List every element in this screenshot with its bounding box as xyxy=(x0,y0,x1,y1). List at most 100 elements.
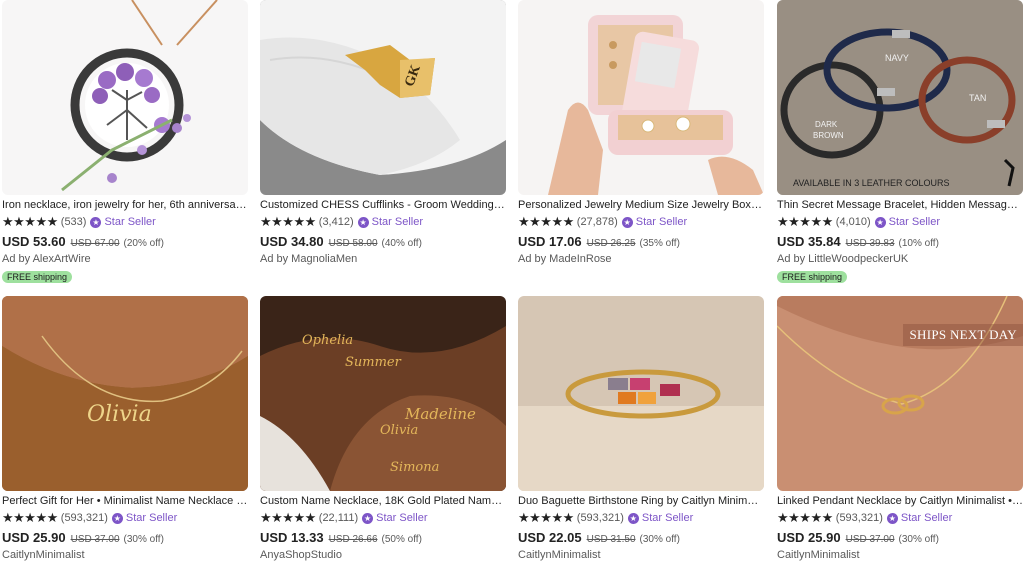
star-seller-label: Star Seller xyxy=(888,216,940,228)
star-icon: ★★★★★ xyxy=(2,510,58,525)
listing-card[interactable]: SHIPS NEXT DAY Linked Pendant Necklace b… xyxy=(777,296,1023,563)
discount-label: (20% off) xyxy=(123,238,164,249)
listing-card[interactable]: NAVY TAN DARK BROWN AVAILABLE IN 3 LEATH… xyxy=(777,0,1023,285)
star-seller-badge-icon: ★ xyxy=(362,512,374,524)
star-icon: ★★★★★ xyxy=(2,214,58,229)
rating-row: ★★★★★ (22,111) ★ Star Seller xyxy=(260,510,506,526)
shop-name[interactable]: Ad by LittleWoodpeckerUK xyxy=(777,253,1023,267)
listing-image[interactable]: GK xyxy=(260,0,506,195)
image-label: Olivia xyxy=(87,402,152,427)
price-row: USD 53.60 USD 67.00 (20% off) xyxy=(2,234,248,250)
star-rating: ★★★★★ xyxy=(2,511,58,525)
star-icon: ★★★★★ xyxy=(518,214,574,229)
star-seller-badge-icon: ★ xyxy=(111,512,123,524)
listing-grid: Iron necklace, iron jewelry for her, 6th… xyxy=(0,0,1024,561)
price-row: USD 13.33 USD 26.66 (50% off) xyxy=(260,530,506,546)
original-price: USD 58.00 xyxy=(328,238,378,249)
shop-name[interactable]: AnyaShopStudio xyxy=(260,549,506,563)
discount-label: (30% off) xyxy=(639,534,680,545)
listing-image[interactable] xyxy=(518,296,764,491)
star-seller-label: Star Seller xyxy=(900,512,953,524)
discount-label: (30% off) xyxy=(898,534,939,545)
rating-row: ★★★★★ (4,010) ★ Star Seller xyxy=(777,214,1023,230)
shop-name[interactable]: CaitlynMinimalist xyxy=(777,549,1023,563)
star-seller-badge-icon: ★ xyxy=(357,216,369,228)
star-seller-label: Star Seller xyxy=(104,216,156,228)
star-seller-label: Star Seller xyxy=(371,216,423,228)
review-count: (22,111) xyxy=(318,512,359,524)
image-label: TAN xyxy=(969,93,986,103)
image-label: Simona xyxy=(390,460,439,475)
listing-card[interactable]: Personalized Jewelry Medium Size Jewelry… xyxy=(518,0,764,267)
listing-image[interactable] xyxy=(518,0,764,195)
listing-image[interactable]: SHIPS NEXT DAY xyxy=(777,296,1023,491)
star-seller-label: Star Seller xyxy=(125,512,178,524)
listing-card[interactable]: Duo Baguette Birthstone Ring by Caitlyn … xyxy=(518,296,764,563)
listing-title[interactable]: Linked Pendant Necklace by Caitlyn Minim… xyxy=(777,494,1023,508)
shop-name[interactable]: CaitlynMinimalist xyxy=(2,549,248,563)
star-seller-label: Star Seller xyxy=(641,512,694,524)
discount-label: (50% off) xyxy=(381,534,422,545)
rating-row: ★★★★★ (593,321) ★ Star Seller xyxy=(518,510,764,526)
review-count: (593,321) xyxy=(576,512,624,524)
image-label: Ophelia xyxy=(302,333,353,348)
star-rating: ★★★★★ xyxy=(260,215,316,229)
star-seller-badge-icon: ★ xyxy=(874,216,886,228)
original-price: USD 26.25 xyxy=(586,238,636,249)
listing-title[interactable]: Customized CHESS Cufflinks - Groom Weddi… xyxy=(260,198,506,212)
discount-label: (30% off) xyxy=(123,534,164,545)
sale-price: USD 13.33 xyxy=(260,530,324,545)
star-rating: ★★★★★ xyxy=(518,511,574,525)
listing-card[interactable]: Ophelia Summer Madeline Olivia Simona Cu… xyxy=(260,296,506,563)
listing-title[interactable]: Personalized Jewelry Medium Size Jewelry… xyxy=(518,198,764,212)
listing-image[interactable] xyxy=(2,0,248,195)
listing-title[interactable]: Perfect Gift for Her • Minimalist Name N… xyxy=(2,494,248,508)
listing-title[interactable]: Duo Baguette Birthstone Ring by Caitlyn … xyxy=(518,494,764,508)
shop-name[interactable]: CaitlynMinimalist xyxy=(518,549,764,563)
original-price: USD 37.00 xyxy=(70,534,120,545)
image-label: Olivia xyxy=(380,423,418,438)
listing-title[interactable]: Iron necklace, iron jewelry for her, 6th… xyxy=(2,198,248,212)
listing-image[interactable]: NAVY TAN DARK BROWN AVAILABLE IN 3 LEATH… xyxy=(777,0,1023,195)
shop-name[interactable]: Ad by AlexArtWire xyxy=(2,253,248,267)
rating-row: ★★★★★ (593,321) ★ Star Seller xyxy=(2,510,248,526)
review-count: (3,412) xyxy=(318,216,354,228)
image-label: BROWN xyxy=(813,131,844,140)
star-seller-badge-icon: ★ xyxy=(886,512,898,524)
sale-price: USD 17.06 xyxy=(518,234,582,249)
shop-name[interactable]: Ad by MadeInRose xyxy=(518,253,764,267)
star-seller-badge-icon: ★ xyxy=(621,216,633,228)
star-icon: ★★★★★ xyxy=(260,510,316,525)
listing-title[interactable]: Custom Name Necklace, 18K Gold Plated Na… xyxy=(260,494,506,508)
listing-card[interactable]: Olivia Perfect Gift for Her • Minimalist… xyxy=(2,296,248,563)
rating-row: ★★★★★ (27,878) ★ Star Seller xyxy=(518,214,764,230)
sale-price: USD 25.90 xyxy=(777,530,841,545)
image-label: DARK xyxy=(815,120,838,129)
star-seller-badge-icon: ★ xyxy=(627,512,639,524)
discount-label: (35% off) xyxy=(639,238,680,249)
star-rating: ★★★★★ xyxy=(777,215,833,229)
ships-next-day-banner: SHIPS NEXT DAY xyxy=(903,324,1023,346)
listing-image[interactable]: Ophelia Summer Madeline Olivia Simona xyxy=(260,296,506,491)
listing-card[interactable]: GK Customized CHESS Cufflinks - Groom We… xyxy=(260,0,506,267)
original-price: USD 67.00 xyxy=(70,238,120,249)
image-caption: AVAILABLE IN 3 LEATHER COLOURS xyxy=(793,178,950,188)
price-row: USD 35.84 USD 39.83 (10% off) xyxy=(777,234,1023,250)
star-icon: ★★★★★ xyxy=(260,214,316,229)
sale-price: USD 22.05 xyxy=(518,530,582,545)
review-count: (27,878) xyxy=(576,216,618,228)
image-label: Madeline xyxy=(404,405,476,423)
listing-title[interactable]: Thin Secret Message Bracelet, Hidden Mes… xyxy=(777,198,1023,212)
image-label: Summer xyxy=(345,355,402,370)
price-row: USD 34.80 USD 58.00 (40% off) xyxy=(260,234,506,250)
free-shipping-badge: FREE shipping xyxy=(777,271,848,283)
rating-row: ★★★★★ (533) ★ Star Seller xyxy=(2,214,248,230)
discount-label: (40% off) xyxy=(381,238,422,249)
listing-card[interactable]: Iron necklace, iron jewelry for her, 6th… xyxy=(2,0,248,285)
star-icon: ★★★★★ xyxy=(518,510,574,525)
listing-image[interactable]: Olivia xyxy=(2,296,248,491)
star-rating: ★★★★★ xyxy=(260,511,316,525)
star-icon: ★★★★★ xyxy=(777,510,833,525)
shop-name[interactable]: Ad by MagnoliaMen xyxy=(260,253,506,267)
review-count: (593,321) xyxy=(60,512,108,524)
